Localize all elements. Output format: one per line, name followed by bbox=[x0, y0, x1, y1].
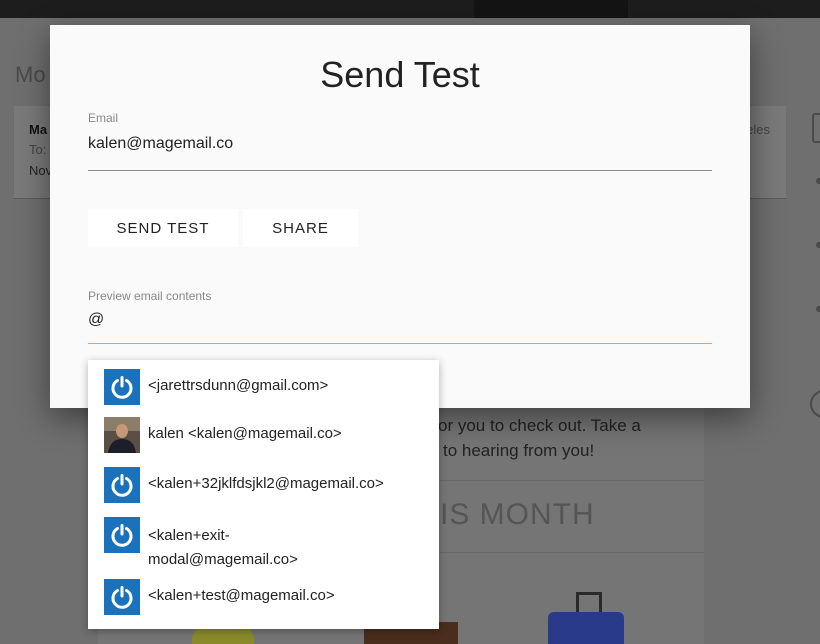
side-document-icon[interactable] bbox=[812, 113, 820, 143]
power-icon bbox=[104, 517, 140, 553]
background-card-from: Ma bbox=[29, 122, 48, 137]
autocomplete-item[interactable]: <kalen+test@magemail.co> bbox=[88, 578, 439, 618]
email-field[interactable]: kalen@magemail.co bbox=[88, 135, 233, 153]
autocomplete-item[interactable]: kalen <kalen@magemail.co> bbox=[88, 416, 439, 456]
background-section-heading: IS MONTH bbox=[440, 498, 595, 531]
email-field-underline bbox=[88, 170, 712, 171]
background-card-date: Nov bbox=[29, 163, 53, 178]
preview-email-input[interactable]: @ bbox=[88, 311, 104, 329]
autocomplete-item-text: <kalen+32jklfdsjkl2@magemail.co> bbox=[148, 475, 384, 492]
autocomplete-item[interactable]: <jarettrsdunn@gmail.com> bbox=[88, 368, 439, 408]
background-card-to: To: bbox=[29, 142, 47, 157]
autocomplete-item-text: <jarettrsdunn@gmail.com> bbox=[148, 377, 329, 394]
background-page-title: Mo bbox=[15, 62, 46, 87]
top-bar-active-tab[interactable] bbox=[474, 0, 628, 18]
preview-field-underline bbox=[88, 343, 712, 344]
autocomplete-item[interactable]: <kalen+exit- modal@magemail.co> bbox=[88, 516, 439, 572]
product-suitcase-image bbox=[548, 612, 624, 644]
power-icon bbox=[104, 467, 140, 503]
side-dot-icon bbox=[816, 306, 820, 312]
autocomplete-item-text: kalen <kalen@magemail.co> bbox=[148, 425, 342, 442]
autocomplete-item-text: <kalen+test@magemail.co> bbox=[148, 587, 335, 604]
recipient-autocomplete-list: <jarettrsdunn@gmail.com> kalen <kalen@ma… bbox=[88, 360, 439, 629]
share-button[interactable]: SHARE bbox=[243, 209, 358, 247]
user-photo-avatar bbox=[104, 417, 140, 453]
autocomplete-item-text: <kalen+exit- modal@magemail.co> bbox=[148, 524, 428, 572]
autocomplete-item[interactable]: <kalen+32jklfdsjkl2@magemail.co> bbox=[88, 466, 439, 506]
side-dot-icon bbox=[816, 242, 820, 248]
send-test-modal: Send Test Email kalen@magemail.co SEND T… bbox=[50, 25, 750, 408]
background-body-text-1: or you to check out. Take a bbox=[438, 416, 641, 435]
modal-title: Send Test bbox=[320, 54, 480, 95]
background-divider bbox=[440, 480, 704, 481]
power-icon bbox=[104, 369, 140, 405]
background-body-text-2: to hearing from you! bbox=[443, 441, 595, 460]
side-dot-icon bbox=[816, 178, 820, 184]
top-bar bbox=[0, 0, 820, 18]
autocomplete-item-text-line: <kalen+exit- bbox=[148, 527, 230, 544]
send-test-button[interactable]: SEND TEST bbox=[88, 209, 238, 247]
autocomplete-item-text-line: modal@magemail.co> bbox=[148, 551, 298, 568]
email-field-label: Email bbox=[88, 111, 119, 125]
power-icon bbox=[104, 579, 140, 615]
background-divider bbox=[440, 552, 704, 553]
preview-field-label: Preview email contents bbox=[88, 289, 212, 303]
